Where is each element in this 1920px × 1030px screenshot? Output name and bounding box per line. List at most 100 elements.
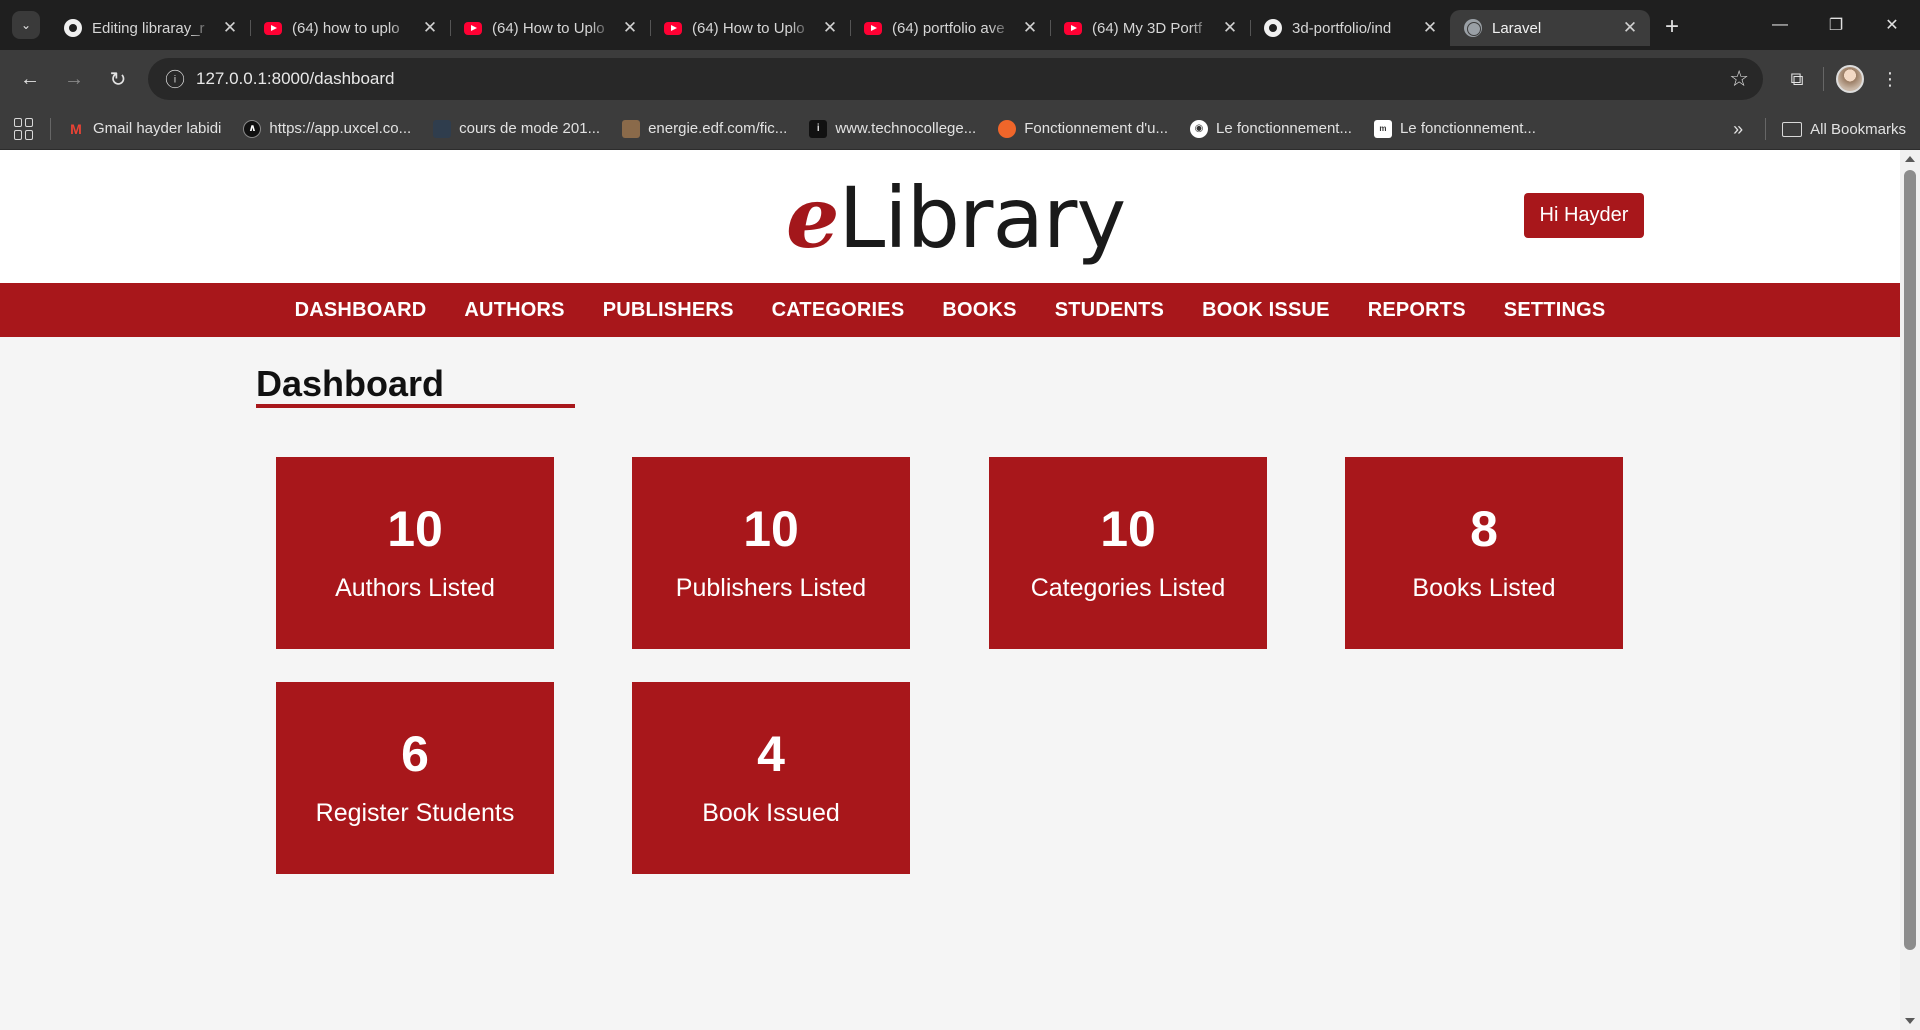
tab[interactable]: (64) My 3D Portf ✕: [1050, 10, 1250, 46]
bookmarks-right: » All Bookmarks: [1733, 108, 1906, 150]
tab[interactable]: (64) portfolio ave ✕: [850, 10, 1050, 46]
youtube-icon: [864, 19, 882, 37]
bookmarks-divider: [50, 117, 51, 140]
window-controls: — ❐ ✕: [1752, 0, 1920, 50]
nav-books[interactable]: BOOKS: [942, 299, 1016, 322]
close-window-icon[interactable]: ✕: [1864, 0, 1920, 50]
youtube-icon: [264, 19, 282, 37]
bookmark-item[interactable]: m Le fonctionnement...: [1373, 119, 1536, 138]
youtube-icon: [464, 19, 482, 37]
github-icon: [1264, 19, 1282, 37]
bookmarks-divider: [1765, 118, 1767, 140]
stat-count: 10: [743, 500, 799, 557]
nav-authors[interactable]: AUTHORS: [464, 299, 564, 322]
bookmark-item[interactable]: ∧ https://app.uxcel.co...: [243, 119, 411, 138]
stat-label: Books Listed: [1412, 573, 1556, 602]
stat-count: 10: [1100, 500, 1156, 557]
tab[interactable]: Editing libraray_r ✕: [50, 10, 250, 46]
tab-title: (64) portfolio ave: [892, 19, 1005, 37]
stat-count: 8: [1470, 500, 1498, 557]
more-bookmarks-chevron-icon[interactable]: »: [1733, 119, 1743, 140]
bookmark-item[interactable]: cours de mode 201...: [433, 119, 600, 138]
page-title: Dashboard: [256, 363, 445, 404]
bookmark-item[interactable]: M Gmail hayder labidi: [67, 120, 221, 138]
tab-active[interactable]: Laravel ✕: [1450, 10, 1650, 46]
close-icon[interactable]: ✕: [1620, 18, 1640, 38]
gmail-icon: M: [70, 120, 82, 137]
nav-book-issue[interactable]: BOOK ISSUE: [1202, 299, 1330, 322]
nav-dashboard[interactable]: DASHBOARD: [295, 299, 427, 322]
all-bookmarks-link[interactable]: All Bookmarks: [1810, 121, 1906, 138]
scroll-thumb[interactable]: [1904, 170, 1916, 950]
user-greeting-button[interactable]: Hi Hayder: [1524, 193, 1644, 238]
nav-students[interactable]: STUDENTS: [1055, 299, 1164, 322]
youtube-icon: [664, 19, 682, 37]
stat-card-students[interactable]: 6 Register Students: [276, 682, 554, 874]
stat-label: Authors Listed: [335, 573, 495, 602]
stat-label: Categories Listed: [1030, 573, 1226, 602]
apps-grid-icon[interactable]: [14, 117, 36, 140]
stat-card-books[interactable]: 8 Books Listed: [1345, 457, 1623, 649]
reload-icon[interactable]: ↻: [98, 59, 138, 99]
document-icon: [433, 119, 452, 138]
tab-title: Editing libraray_r: [92, 19, 205, 37]
site-header: eLibrary Hi Hayder: [0, 150, 1920, 283]
nav-publishers[interactable]: PUBLISHERS: [603, 299, 734, 322]
stat-card-publishers[interactable]: 10 Publishers Listed: [632, 457, 910, 649]
bookmark-item[interactable]: ◉ Le fonctionnement...: [1190, 119, 1352, 138]
minimize-icon[interactable]: —: [1752, 0, 1808, 50]
tab-title: Laravel: [1492, 19, 1542, 37]
tab-search-chevron-icon[interactable]: ⌄: [12, 11, 40, 39]
close-icon[interactable]: ✕: [1220, 18, 1240, 38]
nav-reports[interactable]: REPORTS: [1368, 299, 1466, 322]
stat-card-authors[interactable]: 10 Authors Listed: [276, 457, 554, 649]
tab[interactable]: (64) How to Uplo ✕: [650, 10, 850, 46]
address-bar[interactable]: i 127.0.0.1:8000/dashboard ☆: [148, 58, 1763, 100]
stat-card-categories[interactable]: 10 Categories Listed: [989, 457, 1267, 649]
close-icon[interactable]: ✕: [820, 18, 840, 38]
profile-avatar[interactable]: [1830, 59, 1870, 99]
github-icon: [64, 19, 82, 37]
url-text[interactable]: 127.0.0.1:8000/dashboard: [196, 69, 1729, 89]
stat-count: 6: [401, 725, 429, 782]
technocollege-icon: i: [809, 119, 828, 138]
site-info-icon[interactable]: i: [165, 69, 185, 89]
tab[interactable]: 3d-portfolio/ind ✕: [1250, 10, 1450, 46]
orange-hexagon-icon: [998, 119, 1017, 138]
close-icon[interactable]: ✕: [220, 18, 240, 38]
browser-toolbar: ← → ↻ i 127.0.0.1:8000/dashboard ☆ ⧉ ⋮: [0, 50, 1920, 108]
globe-icon: [1464, 19, 1482, 37]
close-icon[interactable]: ✕: [620, 18, 640, 38]
stat-card-book-issued[interactable]: 4 Book Issued: [632, 682, 910, 874]
forward-arrow-icon[interactable]: →: [54, 59, 94, 99]
folder-icon: [1782, 121, 1803, 137]
bookmark-item[interactable]: energie.edf.com/fic...: [622, 119, 787, 138]
close-icon[interactable]: ✕: [1020, 18, 1040, 38]
menu-kebab-icon[interactable]: ⋮: [1870, 59, 1910, 99]
bookmark-star-icon[interactable]: ☆: [1729, 66, 1749, 92]
stat-label: Publishers Listed: [675, 573, 867, 602]
close-icon[interactable]: ✕: [1420, 18, 1440, 38]
scroll-up-arrow-icon[interactable]: [1905, 156, 1915, 162]
stat-count: 4: [757, 725, 785, 782]
tab[interactable]: (64) How to Uplo ✕: [450, 10, 650, 46]
bookmark-item[interactable]: Fonctionnement d'u...: [998, 119, 1168, 138]
vertical-scrollbar[interactable]: [1900, 150, 1920, 1030]
nav-settings[interactable]: SETTINGS: [1504, 299, 1606, 322]
tab-title: (64) How to Uplo: [492, 19, 605, 37]
back-arrow-icon[interactable]: ←: [10, 59, 50, 99]
tab[interactable]: (64) how to uplo ✕: [250, 10, 450, 46]
stat-count: 10: [387, 500, 443, 557]
close-icon[interactable]: ✕: [420, 18, 440, 38]
restore-icon[interactable]: ❐: [1808, 0, 1864, 50]
new-tab-plus-icon[interactable]: +: [1656, 11, 1688, 43]
nav-categories[interactable]: CATEGORIES: [772, 299, 905, 322]
toolbar-divider: [1823, 67, 1824, 91]
circle-logo-icon: ◉: [1190, 119, 1209, 138]
bookmark-item[interactable]: i www.technocollege...: [809, 119, 976, 138]
elibrary-logo[interactable]: eLibrary: [786, 168, 1126, 267]
extensions-puzzle-icon[interactable]: ⧉: [1777, 59, 1817, 99]
page-viewport: eLibrary Hi Hayder DASHBOARD AUTHORS PUB…: [0, 150, 1920, 1030]
scroll-down-arrow-icon[interactable]: [1905, 1018, 1915, 1024]
tab-title: (64) How to Uplo: [692, 19, 805, 37]
